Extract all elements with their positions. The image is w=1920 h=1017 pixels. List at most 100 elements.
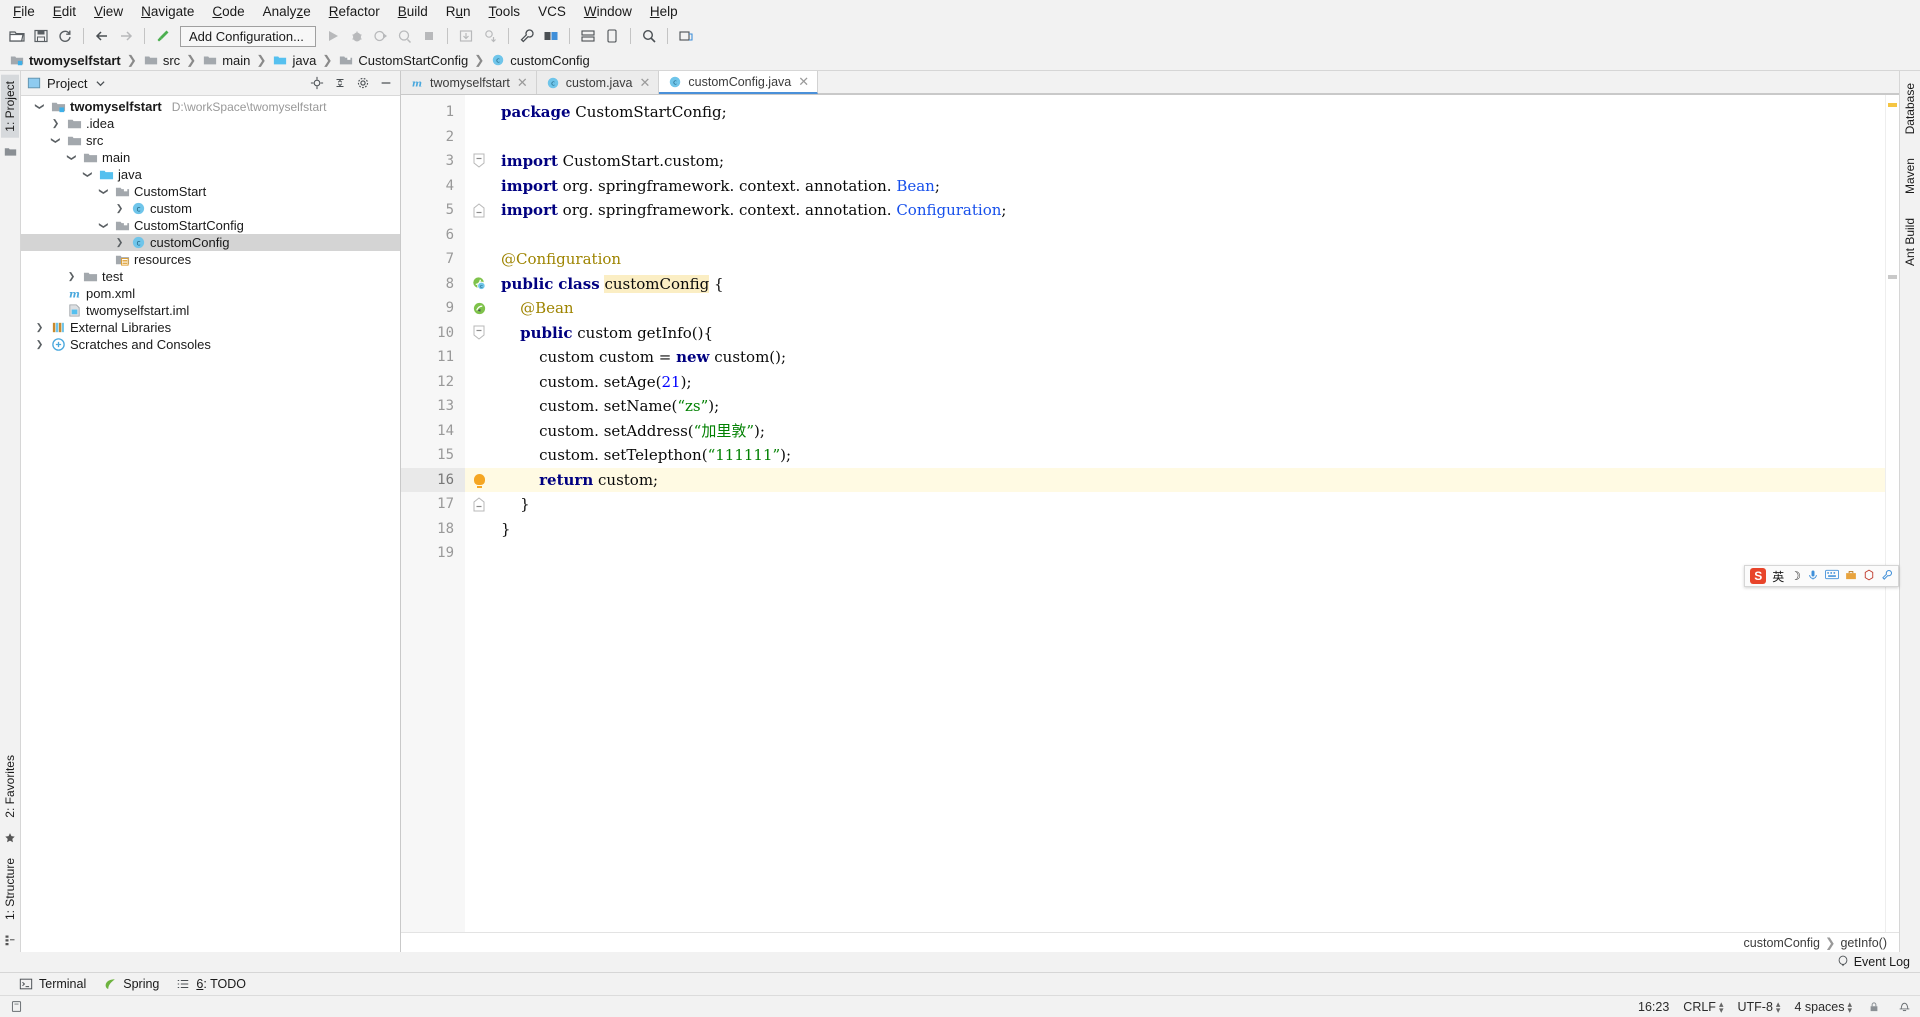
tree-node-external-libraries[interactable]: ❯ External Libraries <box>21 319 400 336</box>
search-everywhere-icon[interactable] <box>638 25 660 47</box>
menu-view[interactable]: View <box>85 2 132 21</box>
fold-marker[interactable] <box>465 149 493 174</box>
menu-window[interactable]: Window <box>575 2 641 21</box>
tree-node-test[interactable]: ❯ test <box>21 268 400 285</box>
stop-icon[interactable] <box>418 25 440 47</box>
run-coverage-icon[interactable] <box>370 25 392 47</box>
run-icon[interactable] <box>322 25 344 47</box>
menu-tools[interactable]: Tools <box>480 2 530 21</box>
skin-icon[interactable] <box>1863 569 1875 584</box>
tree-expand-arrow[interactable]: ❯ <box>98 219 109 232</box>
ime-mode-label[interactable]: 英 <box>1772 568 1784 585</box>
tree-node-pom-xml[interactable]: ❯mpom.xml <box>21 285 400 302</box>
tree-node-customstartconfig[interactable]: ❯ CustomStartConfig <box>21 217 400 234</box>
tree-expand-arrow[interactable]: ❯ <box>82 168 93 181</box>
code-breadcrumbs[interactable]: customConfig ❯ getInfo() <box>1744 935 1887 951</box>
tree-node-twomyselfstart-iml[interactable]: ❯twomyselfstart.iml <box>21 302 400 319</box>
indent-setting[interactable]: 4 spaces ▴ ▾ <box>1794 999 1852 1014</box>
sogou-ime-bar[interactable]: S 英 ☽ <box>1744 565 1899 587</box>
tree-expand-arrow[interactable]: ❯ <box>33 339 46 350</box>
tree-node-customstart[interactable]: ❯ CustomStart <box>21 183 400 200</box>
code-line[interactable]: import CustomStart.custom; <box>493 149 1885 174</box>
error-stripe[interactable] <box>1885 95 1899 932</box>
tree-node-src[interactable]: ❯ src <box>21 132 400 149</box>
code-line[interactable]: @Bean <box>493 296 1885 321</box>
sidebar-item-favorites[interactable]: 2: Favorites <box>1 749 19 824</box>
right-tab-maven[interactable]: Maven <box>1901 152 1919 200</box>
editor-tab-customconfig-java[interactable]: c customConfig.java ✕ <box>659 71 819 94</box>
code-line[interactable]: import org. springframework. context. an… <box>493 198 1885 223</box>
run-configuration-selector[interactable]: Add Configuration... <box>180 25 316 47</box>
code-line[interactable]: custom. setAge(21); <box>493 370 1885 395</box>
code-line[interactable]: @Configuration <box>493 247 1885 272</box>
menu-help[interactable]: Help <box>641 2 687 21</box>
debug-icon[interactable] <box>346 25 368 47</box>
intention-bulb-icon[interactable] <box>473 474 485 489</box>
hide-panel-icon[interactable] <box>377 74 395 92</box>
keyboard-icon[interactable] <box>1825 569 1839 583</box>
sidebar-item-project[interactable]: 1: Project <box>1 75 19 138</box>
menu-refactor[interactable]: Refactor <box>320 2 389 21</box>
forward-arrow-icon[interactable] <box>115 25 137 47</box>
breadcrumb-item-customstartconfig[interactable]: CustomStartConfig <box>335 52 471 68</box>
code-line[interactable]: custom. setAddress(“加里敦”); <box>493 419 1885 444</box>
tree-node-main[interactable]: ❯ main <box>21 149 400 166</box>
lock-icon[interactable] <box>1866 999 1882 1015</box>
fold-marker[interactable] <box>465 321 493 346</box>
code-line[interactable] <box>493 541 1885 566</box>
voice-icon[interactable] <box>1807 569 1819 584</box>
breadcrumb-item-main[interactable]: main <box>199 52 253 68</box>
code-breadcrumb-customconfig[interactable]: customConfig <box>1744 936 1820 950</box>
right-tab-database[interactable]: Database <box>1901 77 1919 140</box>
intention-bulb-icon[interactable] <box>465 467 493 492</box>
menu-run[interactable]: Run <box>437 2 480 21</box>
tree-expand-arrow[interactable]: ❯ <box>113 237 126 248</box>
tree-expand-arrow[interactable]: ❯ <box>49 118 62 129</box>
tree-expand-arrow[interactable]: ❯ <box>34 100 45 113</box>
bottom-tab-terminal[interactable]: Terminal <box>18 976 86 992</box>
bottom-tab-todo[interactable]: 6: TODO <box>175 976 246 992</box>
code-line[interactable]: public custom getInfo(){ <box>493 321 1885 346</box>
maven-reimport-icon[interactable] <box>675 25 697 47</box>
line-separator[interactable]: CRLF ▴ ▾ <box>1683 999 1723 1014</box>
code-line[interactable]: return custom; <box>493 467 1885 492</box>
tree-node-twomyselfstart[interactable]: ❯ twomyselfstart D:\workSpace\twomyselfsta… <box>21 98 400 115</box>
right-tab-ant-build[interactable]: Ant Build <box>1901 212 1919 272</box>
code-line[interactable] <box>493 223 1885 248</box>
code-content[interactable]: package CustomStartConfig; import Custom… <box>493 95 1885 932</box>
open-folder-icon[interactable] <box>6 25 28 47</box>
code-line[interactable]: custom custom = new custom(); <box>493 345 1885 370</box>
tree-node-java[interactable]: ❯ java <box>21 166 400 183</box>
spring-bean-class-icon[interactable]: c <box>465 272 493 297</box>
tree-expand-arrow[interactable]: ❯ <box>50 134 61 147</box>
spring-bean-icon[interactable] <box>465 296 493 321</box>
menu-build[interactable]: Build <box>389 2 437 21</box>
sdk-manager-icon[interactable] <box>577 25 599 47</box>
tree-node-resources[interactable]: ❯resources <box>21 251 400 268</box>
code-line[interactable]: custom. setTelepthon(“111111”); <box>493 443 1885 468</box>
code-line[interactable]: import org. springframework. context. an… <box>493 174 1885 199</box>
tree-node-customconfig[interactable]: ❯ c customConfig <box>21 234 400 251</box>
tree-node-custom[interactable]: ❯ c custom <box>21 200 400 217</box>
memory-indicator-icon[interactable] <box>8 999 24 1015</box>
sidebar-item-structure[interactable]: 1: Structure <box>1 852 19 926</box>
chevron-down-icon[interactable] <box>92 75 108 91</box>
fold-marker[interactable] <box>465 492 493 517</box>
stripe-warning-mark[interactable] <box>1888 103 1897 107</box>
file-encoding[interactable]: UTF-8 ▴ ▾ <box>1737 999 1780 1014</box>
close-icon[interactable]: ✕ <box>640 75 651 91</box>
save-icon[interactable] <box>30 25 52 47</box>
code-line[interactable] <box>493 125 1885 150</box>
code-line[interactable]: public class customConfig { <box>493 272 1885 297</box>
wrench-icon[interactable] <box>516 25 538 47</box>
breadcrumb-item-twomyselfstart[interactable]: twomyselfstart <box>6 52 124 68</box>
menu-code[interactable]: Code <box>203 2 253 21</box>
event-log-label[interactable]: Event Log <box>1854 955 1910 969</box>
locate-icon[interactable] <box>308 74 326 92</box>
fold-and-annotation-gutter[interactable]: c <box>465 95 493 932</box>
menu-edit[interactable]: Edit <box>44 2 85 21</box>
tree-node-scratches-and-consoles[interactable]: ❯ Scratches and Consoles <box>21 336 400 353</box>
moon-icon[interactable]: ☽ <box>1790 569 1801 583</box>
editor-tab-custom-java[interactable]: c custom.java ✕ <box>536 71 660 94</box>
stripe-caret-mark[interactable] <box>1888 275 1897 279</box>
